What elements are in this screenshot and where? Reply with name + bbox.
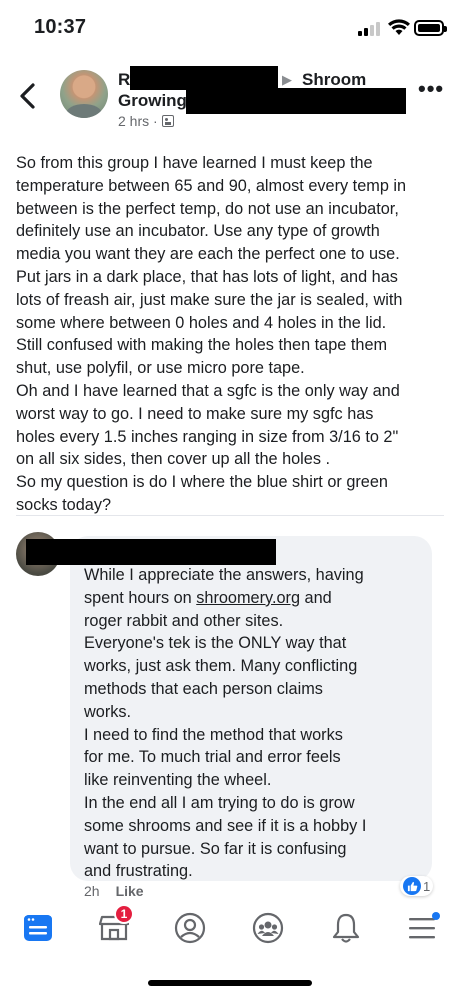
comment-line: In the end all I am trying to do is grow [84,793,355,812]
post-body-line: So my question is do I where the blue sh… [16,473,388,492]
home-indicator[interactable] [148,980,312,986]
news-feed-icon [24,915,52,941]
tab-marketplace[interactable]: 1 [94,904,134,946]
post-body-line: temperature between 65 and 90, almost ev… [16,176,407,195]
wifi-icon [388,19,410,35]
comment-line-part: spent hours on [84,588,192,607]
post-body-line: definitely use an incubator. Use any typ… [16,222,380,241]
post-body-line: lots of freash air, just make sure the j… [16,290,403,309]
post-body-line: shut, use polyfil, or use micro pore tap… [16,359,305,378]
post-body-line: Oh and I have learned that a sgfc is the… [16,381,400,400]
shared-to-arrow-icon: ▶ [282,72,292,87]
comment-line: works, just ask them. Many conflicting [84,657,358,676]
post-body-line: between is the perfect temp, do not use … [16,199,399,218]
marketplace-badge: 1 [114,904,134,924]
author-avatar[interactable] [60,70,108,118]
back-button[interactable] [16,80,40,112]
comment-line: like reinventing the wheel. [84,771,272,790]
post-meta: 2 hrs · [118,113,174,129]
like-button[interactable]: Like [116,883,144,899]
tab-profile[interactable] [170,910,210,946]
menu-notification-dot [432,912,440,920]
author-name[interactable]: R [118,70,130,90]
thumbs-up-icon [403,877,421,895]
tab-news-feed[interactable] [18,910,58,946]
divider [16,515,444,516]
tab-notifications[interactable] [326,910,366,946]
comment-line: methods that each person claims [84,679,323,698]
comment-line-part: and [300,588,332,607]
reaction-summary[interactable]: 1 [400,876,434,896]
post-body-line: some where between 0 holes and 4 holes i… [16,313,387,332]
notifications-icon [332,913,360,943]
comment-line: While I appreciate the answers, having [84,566,364,584]
post-timestamp[interactable]: 2 hrs · [118,113,158,129]
comment-line: for me. To much trial and error feels [84,748,341,767]
battery-icon [414,20,447,36]
post-header: R ▶ Shroom Growing 2 hrs · ••• [0,60,460,136]
comment-text: While I appreciate the answers, having s… [84,564,424,883]
redaction-bar [186,88,406,114]
tab-menu[interactable] [402,910,442,946]
comment-actions: 2h Like [84,883,144,899]
comment-line: roger rabbit and other sites. [84,611,284,630]
comment-line: works. [84,702,132,721]
post-body-line: on all six sides, then cover up all the … [16,450,331,469]
tab-groups[interactable] [248,910,288,946]
group-privacy-icon [161,115,174,127]
post-body-line: Still confused with making the holes the… [16,336,388,355]
groups-icon [252,912,284,944]
redaction-bar [26,539,276,565]
group-name[interactable]: Shroom [302,70,366,90]
bottom-tab-bar: 1 [0,900,460,958]
status-bar: 10:37 [0,0,460,56]
post-body-line: socks today? [16,495,112,514]
shroomery-link[interactable]: shroomery.org [196,589,300,607]
comment-line: and frustrating. [84,862,193,881]
comment-time[interactable]: 2h [84,883,100,899]
comment-line: I need to find the method that works [84,725,343,744]
profile-icon [174,912,206,944]
redaction-bar [130,66,278,90]
post-body-line: holes every 1.5 inches ranging in size f… [16,427,399,446]
post-body: So from this group I have learned I must… [16,152,448,517]
comment-line: some shrooms and see if it is a hobby I [84,816,367,835]
comment-line: spent hours on shroomery.org and [84,587,424,610]
post-body-line: Put jars in a dark place, that has lots … [16,267,398,286]
comment-line: Everyone's tek is the ONLY way that [84,634,347,653]
post-body-line: So from this group I have learned I must… [16,154,373,172]
group-name-continued[interactable]: Growing [118,91,187,111]
more-options-button[interactable]: ••• [418,78,444,100]
comment-line: want to pursue. So far it is confusing [84,839,347,858]
reaction-count: 1 [423,878,431,894]
post-body-line: media you want they are each the perfect… [16,245,400,264]
cellular-signal-icon [358,22,382,36]
status-time: 10:37 [34,16,87,38]
post-body-line: worst way to go. I need to make sure my … [16,404,374,423]
